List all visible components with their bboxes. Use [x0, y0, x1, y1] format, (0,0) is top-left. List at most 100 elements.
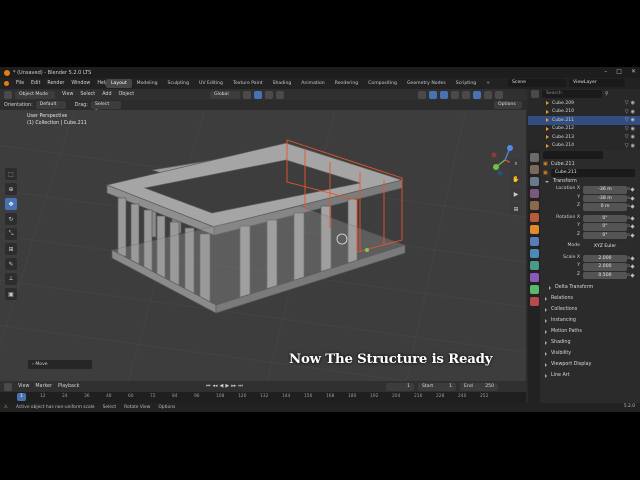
gizmo-toggle-icon[interactable] — [429, 90, 437, 99]
keyframe-icon[interactable] — [630, 204, 635, 209]
outliner-item[interactable]: Cube.212 ▽◉ — [528, 125, 640, 134]
instancing-section[interactable]: Instancing — [541, 316, 640, 325]
current-frame-field[interactable]: 1 — [386, 382, 414, 391]
expand-icon[interactable] — [546, 118, 549, 122]
tab-scripting[interactable]: Scripting — [451, 79, 481, 88]
menu-file[interactable]: File — [16, 81, 24, 86]
proportional-edit-icon[interactable] — [276, 90, 284, 99]
editor-type-icon[interactable] — [4, 90, 12, 99]
overlay-toggle-icon[interactable] — [440, 90, 448, 99]
play-icon[interactable]: ▶ — [225, 383, 229, 389]
output-tab-icon[interactable] — [529, 177, 539, 186]
transform-section-header[interactable]: Transform — [541, 177, 640, 186]
data-tab-icon[interactable] — [529, 285, 539, 294]
pan-icon[interactable]: ✋ — [510, 173, 522, 185]
rotation-z-field[interactable]: 0° — [583, 231, 627, 239]
outliner-item[interactable]: Cube.210 ▽◉ — [528, 108, 640, 117]
jump-end-icon[interactable]: ⏭ — [238, 383, 243, 389]
rotate-tool-icon[interactable]: ↻ — [5, 213, 17, 225]
outliner-item[interactable]: Cube.214 ▽◉ — [528, 142, 640, 151]
pivot-icon[interactable] — [243, 90, 251, 99]
tab-geometry-nodes[interactable]: Geometry Nodes — [402, 79, 451, 88]
timeline-menu-view[interactable]: View — [18, 384, 29, 389]
next-key-icon[interactable]: ▸▸ — [231, 383, 236, 389]
delta-transform-section[interactable]: Delta Transform — [541, 283, 640, 292]
measure-tool-icon[interactable]: ⟂ — [5, 273, 17, 285]
outliner-search[interactable]: Search — [542, 90, 602, 98]
play-reverse-icon[interactable]: ◀ — [220, 383, 224, 389]
tab-texture-paint[interactable]: Texture Paint — [228, 79, 268, 88]
viewport-display-section[interactable]: Viewport Display — [541, 360, 640, 369]
timeline-editor-icon[interactable] — [4, 382, 12, 391]
location-x-field[interactable]: -36 m — [583, 186, 627, 194]
motion-paths-section[interactable]: Motion Paths — [541, 327, 640, 336]
tab-uv-editing[interactable]: UV Editing — [194, 79, 228, 88]
scale-y-field[interactable]: 2.000 — [583, 263, 627, 271]
modifier-tab-icon[interactable] — [529, 237, 539, 246]
snap-icon[interactable] — [254, 90, 262, 99]
keyframe-icon[interactable] — [630, 272, 635, 278]
material-tab-icon[interactable] — [529, 297, 539, 306]
shading-section[interactable]: Shading — [541, 338, 640, 347]
snap-target-icon[interactable] — [265, 90, 273, 99]
expand-icon[interactable] — [546, 126, 549, 131]
outliner-item[interactable]: Cube.209 ▽◉ — [528, 99, 640, 108]
select-tool-icon[interactable]: ⬚ — [5, 168, 17, 180]
tab-rendering[interactable]: Rendering — [330, 79, 363, 88]
maximize-icon[interactable]: □ — [616, 68, 622, 75]
expand-icon[interactable] — [546, 135, 549, 139]
particles-tab-icon[interactable] — [529, 249, 539, 258]
last-operator-panel[interactable]: › Move — [28, 360, 92, 369]
view-layer-tab-icon[interactable] — [529, 189, 539, 198]
vp-menu-select[interactable]: Select — [80, 92, 95, 97]
keyframe-icon[interactable] — [630, 255, 635, 261]
close-icon[interactable]: ✕ — [631, 68, 636, 75]
xray-icon[interactable] — [451, 90, 459, 99]
outliner-item[interactable]: Cube.213 ▽◉ — [528, 133, 640, 142]
tab-modeling[interactable]: Modeling — [132, 79, 163, 88]
tab-shading[interactable]: Shading — [268, 79, 297, 88]
scene-selector[interactable]: Scene — [508, 79, 566, 87]
rotation-x-field[interactable]: 0° — [583, 214, 627, 222]
end-frame-field[interactable]: End 250 — [460, 382, 498, 391]
menu-render[interactable]: Render — [47, 81, 64, 86]
cursor-tool-icon[interactable]: ⊕ — [5, 183, 17, 195]
tab-layout[interactable]: Layout — [106, 79, 132, 88]
material-shading-icon[interactable] — [484, 90, 492, 99]
expand-icon[interactable] — [546, 101, 549, 105]
camera-view-icon[interactable]: ▶ — [510, 188, 522, 200]
constraints-tab-icon[interactable] — [529, 273, 539, 282]
annotate-tool-icon[interactable]: ✎ — [5, 258, 17, 270]
keyframe-icon[interactable] — [630, 224, 635, 229]
physics-tab-icon[interactable] — [529, 261, 539, 270]
mode-dropdown[interactable]: Object Mode — [15, 90, 55, 99]
location-y-field[interactable]: -38 m — [583, 194, 627, 202]
tool-tab-icon[interactable] — [529, 153, 539, 162]
visibility-eye-icon[interactable]: ▽◉ — [625, 117, 637, 123]
render-tab-icon[interactable] — [529, 165, 539, 174]
collections-section[interactable]: Collections — [541, 305, 640, 314]
object-tab-icon[interactable] — [529, 225, 539, 234]
keyframe-icon[interactable] — [630, 195, 635, 201]
scale-z-field[interactable]: 0.500 — [583, 271, 627, 279]
props-search[interactable] — [543, 150, 603, 159]
solid-shading-icon[interactable] — [473, 90, 481, 99]
keyframe-icon[interactable] — [630, 215, 635, 221]
vp-menu-add[interactable]: Add — [102, 92, 111, 97]
tab-sculpting[interactable]: Sculpting — [163, 79, 194, 88]
tab-compositing[interactable]: Compositing — [363, 79, 402, 88]
visibility-icon[interactable] — [418, 90, 426, 99]
expand-icon[interactable] — [546, 143, 549, 148]
visibility-eye-icon[interactable]: ▽◉ — [625, 109, 637, 115]
visibility-eye-icon[interactable]: ▽◉ — [625, 134, 637, 140]
wireframe-shading-icon[interactable] — [462, 90, 470, 99]
visibility-eye-icon[interactable]: ▽◉ — [625, 143, 637, 149]
transform-orientation-dropdown[interactable]: Global — [210, 90, 240, 99]
visibility-eye-icon[interactable]: ▽◉ — [625, 100, 637, 106]
minimize-icon[interactable]: – — [604, 68, 607, 75]
relations-section[interactable]: Relations — [541, 294, 640, 303]
zoom-icon[interactable]: ⌕ — [510, 158, 522, 170]
3d-viewport[interactable]: User Perspective (1) Collection | Cube.2… — [0, 110, 526, 381]
vp-menu-view[interactable]: View — [62, 92, 73, 97]
move-tool-icon[interactable]: ✥ — [5, 198, 17, 210]
